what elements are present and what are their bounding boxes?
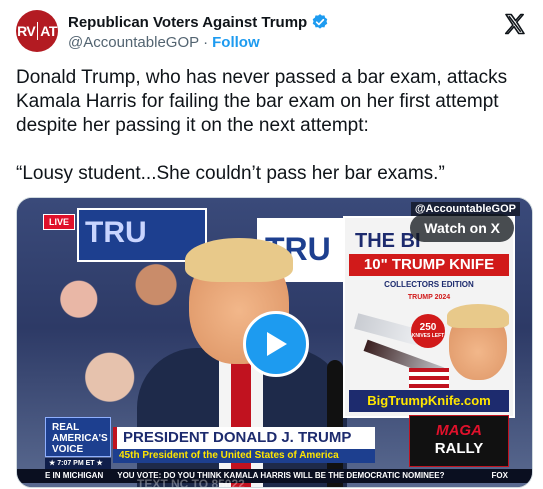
play-icon <box>267 332 287 356</box>
live-badge: LIVE <box>43 214 76 230</box>
verified-badge-icon <box>312 14 328 29</box>
author-avatar[interactable]: RV AT <box>16 10 58 52</box>
avatar-text-left: RV <box>17 23 36 39</box>
author-display-name[interactable]: Republican Voters Against Trump <box>68 14 307 31</box>
ticker-left: E IN MICHIGAN <box>45 471 104 480</box>
avatar-separator <box>37 22 39 40</box>
badge-text: KNIVES LEFT <box>411 333 445 339</box>
play-button[interactable] <box>243 311 309 377</box>
follow-button[interactable]: Follow <box>212 34 260 51</box>
maga-rally-logo: MAGA RALLY <box>409 415 509 467</box>
tweet-quote: “Lousy student...She couldn’t pass her b… <box>16 163 445 184</box>
author-name-row: Republican Voters Against Trump <box>68 13 329 31</box>
speaker-subtitle-bar: 45th President of the United States of A… <box>113 449 375 463</box>
avatar-text-right: AT <box>40 23 57 39</box>
broadcast-lower-third: REAL AMERICA'S VOICE ★ 7:07 PM ET ★ PRES… <box>17 415 532 487</box>
ad-title-line3: COLLECTORS EDITION <box>384 280 474 289</box>
badge-number: 250 <box>419 322 437 333</box>
news-ticker: E IN MICHIGAN YOU VOTE: DO YOU THINK KAM… <box>17 469 532 483</box>
bottom-text-strip: TEXT NC TO 85022 <box>137 477 245 488</box>
tweet-header: RV AT Republican Voters Against Trump @Ac… <box>16 8 531 52</box>
knife-advertisement: THE BI 10" TRUMP KNIFE COLLECTORS EDITIO… <box>343 216 515 418</box>
ad-url: BigTrumpKnife.com <box>349 390 509 412</box>
handle-separator: · <box>203 34 209 51</box>
maga-logo-bottom: RALLY <box>434 440 484 457</box>
video-player[interactable]: TRU TRU LIVE @AccountableGOP THE BI 10" … <box>16 197 533 488</box>
flag-image <box>409 368 449 390</box>
maga-logo-top: MAGA <box>436 422 482 439</box>
speaker-hair <box>185 238 293 282</box>
network-logo: REAL AMERICA'S VOICE <box>45 417 111 457</box>
ad-title-line2: 10" TRUMP KNIFE <box>349 254 509 276</box>
author-handle-row: @AccountableGOP · Follow <box>68 34 260 51</box>
ad-title-line4: TRUMP 2024 <box>407 294 451 301</box>
knives-left-badge: 250 KNIVES LEFT <box>411 314 445 348</box>
watch-on-x-button[interactable]: Watch on X <box>410 214 514 242</box>
x-logo-icon[interactable] <box>503 12 527 36</box>
ad-portrait-hair <box>447 304 509 328</box>
tweet-text: Donald Trump, who has never passed a bar… <box>16 66 531 186</box>
ticker-right: FOX <box>491 471 508 480</box>
tweet-paragraph: Donald Trump, who has never passed a bar… <box>16 67 508 136</box>
speaker-name-bar: PRESIDENT DONALD J. TRUMP <box>113 427 375 449</box>
author-handle[interactable]: @AccountableGOP <box>68 34 199 51</box>
